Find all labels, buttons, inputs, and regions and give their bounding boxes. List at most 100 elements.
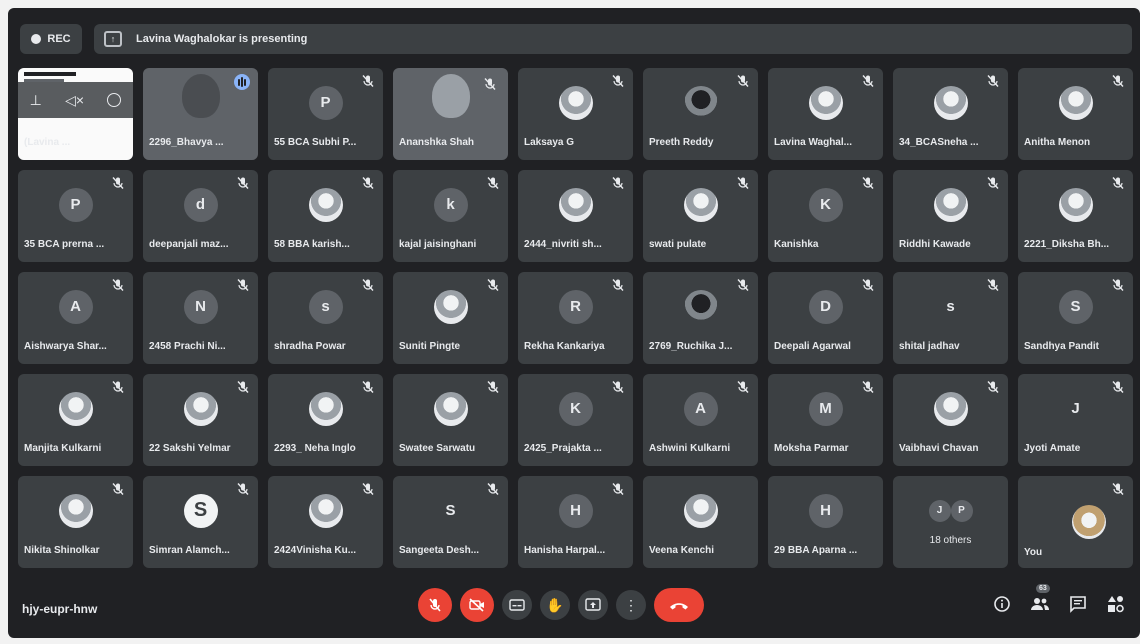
participant-tile[interactable]: D Deepali Agarwal — [768, 272, 883, 364]
more-options-button[interactable]: ⋮ — [616, 590, 646, 620]
mic-off-icon — [236, 278, 250, 292]
participant-tile[interactable]: Ananshka Shah — [393, 68, 508, 160]
participant-name: 2444_nivriti sh... — [524, 239, 602, 250]
participant-tile[interactable]: Manjita Kulkarni — [18, 374, 133, 466]
participant-tile[interactable]: 2769_Ruchika J... — [643, 272, 758, 364]
participant-tile[interactable]: M Moksha Parmar — [768, 374, 883, 466]
participant-tile[interactable]: Preeth Reddy — [643, 68, 758, 160]
participant-tile[interactable]: J Jyoti Amate — [1018, 374, 1133, 466]
participant-tile[interactable]: K 2425_Prajakta ... — [518, 374, 633, 466]
participant-tile[interactable]: Laksaya G — [518, 68, 633, 160]
participant-tile[interactable]: 2293_ Neha Inglo — [268, 374, 383, 466]
participant-tile[interactable]: N 2458 Prachi Ni... — [143, 272, 258, 364]
participant-tile[interactable]: 34_BCASneha ... — [893, 68, 1008, 160]
mic-off-icon — [986, 278, 1000, 292]
participant-tile[interactable]: 58 BBA karish... — [268, 170, 383, 262]
mic-toggle-button[interactable] — [418, 588, 452, 622]
participant-tile[interactable]: Swatee Sarwatu — [393, 374, 508, 466]
participant-tile[interactable]: H 29 BBA Aparna ... — [768, 476, 883, 568]
participant-tile[interactable]: Nikita Shinolkar — [18, 476, 133, 568]
recording-indicator[interactable]: REC — [20, 24, 82, 54]
participant-tile[interactable]: K Kanishka — [768, 170, 883, 262]
participant-tile[interactable]: swati pulate — [643, 170, 758, 262]
bottom-bar: hjy-eupr-hnw ✋ ⋮ 63 — [8, 580, 1140, 638]
participant-name: Jyoti Amate — [1024, 443, 1081, 454]
participant-tile[interactable]: s shradha Powar — [268, 272, 383, 364]
mic-off-icon — [1111, 74, 1125, 88]
chat-button[interactable] — [1068, 594, 1088, 614]
participant-tile[interactable]: 2296_Bhavya ... — [143, 68, 258, 160]
presentation-banner[interactable]: ↑ Lavina Waghalokar is presenting — [94, 24, 1132, 54]
avatar: J — [928, 499, 951, 522]
camera-toggle-button[interactable] — [460, 588, 494, 622]
avatar: D — [808, 289, 843, 324]
participant-tile[interactable]: You — [1018, 476, 1133, 568]
activities-button[interactable] — [1106, 594, 1126, 614]
avatar — [683, 493, 718, 528]
pin-icon[interactable]: ⊥ — [30, 92, 42, 109]
participant-tile[interactable]: S Simran Alamch... — [143, 476, 258, 568]
mic-off-icon — [861, 380, 875, 394]
participant-tile[interactable]: Lavina Waghal... — [768, 68, 883, 160]
participant-tile[interactable]: 2424Vinisha Ku... — [268, 476, 383, 568]
meeting-details-button[interactable] — [992, 594, 1012, 614]
mute-audio-icon[interactable]: ◁× — [65, 92, 84, 109]
participant-tile[interactable]: 2444_nivriti sh... — [518, 170, 633, 262]
participant-name: kajal jaisinghani — [399, 239, 477, 250]
avatar — [1058, 85, 1093, 120]
leave-call-button[interactable] — [654, 588, 704, 622]
top-bar: REC ↑ Lavina Waghalokar is presenting — [20, 22, 1132, 56]
side-controls: 63 — [992, 584, 1126, 614]
participant-tile[interactable]: d deepanjali maz... — [143, 170, 258, 262]
mic-off-icon — [111, 482, 125, 496]
participant-name: Moksha Parmar — [774, 443, 849, 454]
avatar: s — [308, 289, 343, 324]
avatar — [933, 85, 968, 120]
participant-tile[interactable]: 2221_Diksha Bh... — [1018, 170, 1133, 262]
participant-tile[interactable]: 22 Sakshi Yelmar — [143, 374, 258, 466]
participant-tile[interactable]: A Ashwini Kulkarni — [643, 374, 758, 466]
participant-tile[interactable]: Suniti Pingte — [393, 272, 508, 364]
participant-tile[interactable]: ⊥ ◁× (Lavina ... — [18, 68, 133, 160]
mic-off-icon — [986, 380, 1000, 394]
mic-off-icon — [736, 380, 750, 394]
participant-tile[interactable]: A Aishwarya Shar... — [18, 272, 133, 364]
participant-tile[interactable]: Riddhi Kawade — [893, 170, 1008, 262]
captions-button[interactable] — [502, 590, 532, 620]
participant-tile[interactable]: S Sangeeta Desh... — [393, 476, 508, 568]
raise-hand-button[interactable]: ✋ — [540, 590, 570, 620]
participant-name: Nikita Shinolkar — [24, 545, 100, 556]
participant-tile[interactable]: Anitha Menon — [1018, 68, 1133, 160]
present-screen-icon: ↑ — [104, 31, 122, 47]
participant-tile[interactable]: P 35 BCA prerna ... — [18, 170, 133, 262]
participant-tile[interactable]: Vaibhavi Chavan — [893, 374, 1008, 466]
mic-off-icon — [1111, 278, 1125, 292]
mic-off-icon — [1111, 176, 1125, 190]
mic-off-icon — [361, 380, 375, 394]
avatar: N — [183, 289, 218, 324]
participant-tile[interactable]: Veena Kenchi — [643, 476, 758, 568]
mic-off-icon — [236, 380, 250, 394]
participant-name: 2293_ Neha Inglo — [274, 443, 356, 454]
participant-tile[interactable]: S Sandhya Pandit — [1018, 272, 1133, 364]
participant-tile[interactable]: H Hanisha Harpal... — [518, 476, 633, 568]
participant-tile[interactable]: s shital jadhav — [893, 272, 1008, 364]
info-icon — [993, 595, 1011, 613]
participant-tile[interactable]: J P 18 others — [893, 476, 1008, 568]
participant-name: 35 BCA prerna ... — [24, 239, 105, 250]
remove-icon[interactable] — [107, 93, 122, 107]
avatar: S — [183, 493, 218, 528]
people-button[interactable]: 63 — [1030, 584, 1050, 614]
meet-window: REC ↑ Lavina Waghalokar is presenting ⊥ ◁… — [8, 8, 1140, 638]
participant-tile[interactable]: P 55 BCA Subhi P... — [268, 68, 383, 160]
mic-off-icon — [736, 176, 750, 190]
avatar: A — [683, 391, 718, 426]
participant-name: swati pulate — [649, 239, 707, 250]
mic-off-icon — [111, 380, 125, 394]
participant-name: 18 others — [929, 535, 972, 546]
avatar — [933, 391, 968, 426]
avatar — [183, 391, 218, 426]
present-now-button[interactable] — [578, 590, 608, 620]
participant-tile[interactable]: R Rekha Kankariya — [518, 272, 633, 364]
participant-tile[interactable]: k kajal jaisinghani — [393, 170, 508, 262]
